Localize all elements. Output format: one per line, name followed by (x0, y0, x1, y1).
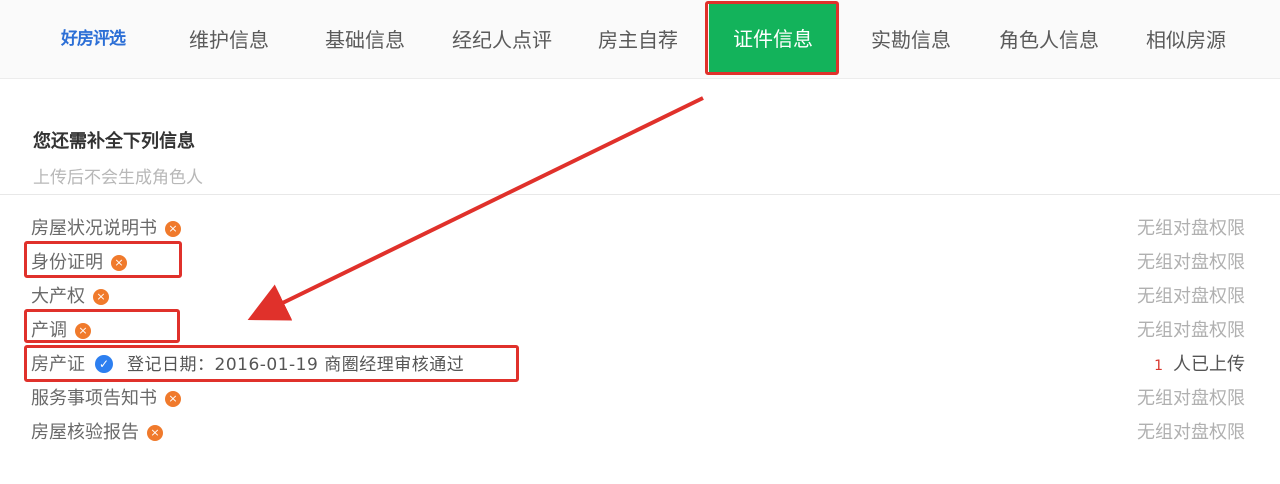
tab-agent-review[interactable]: 经纪人点评 (452, 0, 552, 78)
permission-text: 无组对盘权限 (1137, 218, 1245, 239)
permission-text: 无组对盘权限 (1137, 422, 1245, 443)
document-name: 服务事项告知书 (31, 388, 157, 409)
brand-logo[interactable]: 好房评选 (61, 0, 126, 78)
tab-documents[interactable]: 证件信息 (709, 4, 837, 74)
missing-icon: × (111, 255, 127, 271)
tab-role-info[interactable]: 角色人信息 (999, 0, 1099, 78)
missing-icon: × (147, 425, 163, 441)
document-name-link[interactable]: 房屋核验报告 × (31, 418, 163, 444)
document-name: 房产证 (31, 354, 85, 375)
missing-icon: × (93, 289, 109, 305)
upload-label: 人已上传 (1173, 354, 1245, 375)
document-name-link[interactable]: 服务事项告知书 × (31, 384, 181, 410)
permission-text: 无组对盘权限 (1137, 320, 1245, 341)
document-name-link[interactable]: 产调 × (31, 316, 91, 342)
document-name-link[interactable]: 房屋状况说明书 × (31, 214, 181, 240)
tab-similar-listings[interactable]: 相似房源 (1146, 0, 1226, 78)
missing-icon: × (165, 391, 181, 407)
tab-survey-info[interactable]: 实勘信息 (871, 0, 951, 78)
document-row: 房屋状况说明书 × 无组对盘权限 (0, 210, 1280, 244)
verified-check-icon: ✓ (95, 355, 113, 373)
upload-status[interactable]: 1 人已上传 (1154, 350, 1245, 376)
document-row: 房屋核验报告 × 无组对盘权限 (0, 414, 1280, 448)
missing-icon: × (75, 323, 91, 339)
tab-bar: 好房评选 维护信息 基础信息 经纪人点评 房主自荐 证件信息 实勘信息 角色人信… (0, 0, 1280, 79)
permission-text: 无组对盘权限 (1137, 388, 1245, 409)
permission-text: 无组对盘权限 (1137, 252, 1245, 273)
document-name: 房屋状况说明书 (31, 218, 157, 239)
missing-icon: × (165, 221, 181, 237)
document-name: 房屋核验报告 (31, 422, 139, 443)
document-name: 大产权 (31, 286, 85, 307)
document-row: 服务事项告知书 × 无组对盘权限 (0, 380, 1280, 414)
section-subtitle: 上传后不会生成角色人 (33, 168, 203, 188)
document-name: 产调 (31, 320, 67, 341)
tab-owner-recommend[interactable]: 房主自荐 (598, 0, 678, 78)
document-row: 产调 × 无组对盘权限 (0, 312, 1280, 346)
upload-count: 1 (1154, 358, 1163, 374)
document-name: 身份证明 (31, 252, 103, 273)
document-detail: 登记日期：2016-01-19 商圈经理审核通过 (127, 355, 465, 375)
divider (0, 194, 1280, 195)
document-row: 大产权 × 无组对盘权限 (0, 278, 1280, 312)
document-row: 身份证明 × 无组对盘权限 (0, 244, 1280, 278)
section-title: 您还需补全下列信息 (33, 131, 195, 152)
tab-maintenance-info[interactable]: 维护信息 (189, 0, 269, 78)
document-row: 房产证 ✓ 登记日期：2016-01-19 商圈经理审核通过 1 人已上传 (0, 346, 1280, 380)
document-name-link[interactable]: 房产证 ✓ 登记日期：2016-01-19 商圈经理审核通过 (31, 350, 464, 376)
document-name-link[interactable]: 大产权 × (31, 282, 109, 308)
document-name-link[interactable]: 身份证明 × (31, 248, 127, 274)
permission-text: 无组对盘权限 (1137, 286, 1245, 307)
tab-basic-info[interactable]: 基础信息 (325, 0, 405, 78)
